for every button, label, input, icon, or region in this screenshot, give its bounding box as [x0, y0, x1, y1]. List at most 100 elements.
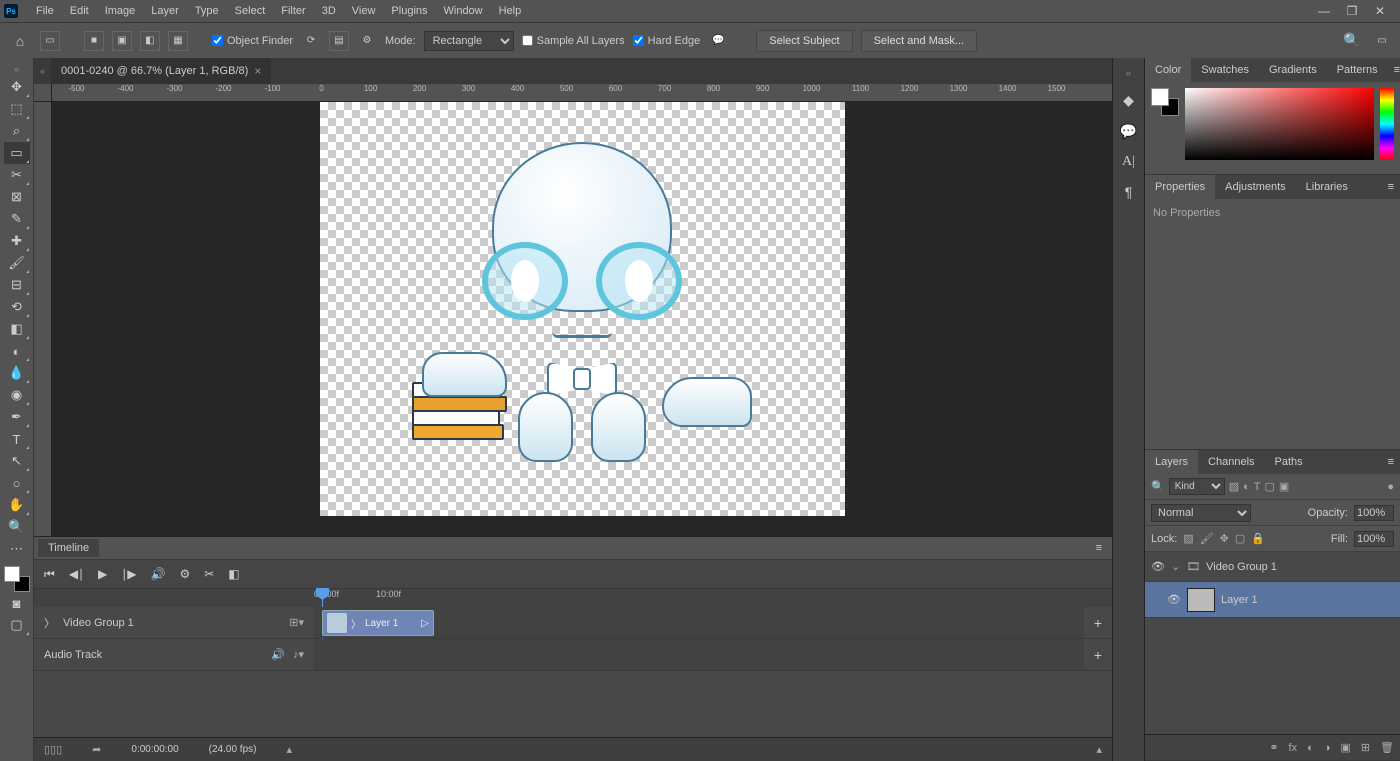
- first-frame-icon[interactable]: ⏮: [44, 567, 55, 582]
- transition-icon[interactable]: ◧: [228, 567, 239, 581]
- dodge-tool-icon[interactable]: ◉: [4, 384, 30, 406]
- opacity-input[interactable]: [1354, 505, 1394, 521]
- layer-thumbnail[interactable]: [1187, 588, 1215, 612]
- lasso-tool-icon[interactable]: ⌕: [4, 120, 30, 142]
- document-tab[interactable]: 0001-0240 @ 66.7% (Layer 1, RGB/8) ×: [51, 58, 271, 84]
- layer-mask-icon[interactable]: ◐: [1307, 742, 1314, 754]
- timeline-tab[interactable]: Timeline: [38, 539, 99, 557]
- chevron-right-icon[interactable]: 〉: [44, 615, 55, 631]
- minimize-button[interactable]: —: [1316, 3, 1332, 19]
- layers-panel-menu-icon[interactable]: ≡: [1382, 456, 1400, 468]
- libraries-tab[interactable]: Libraries: [1296, 175, 1358, 199]
- lock-position-icon[interactable]: ✥: [1220, 532, 1229, 545]
- layer-row[interactable]: 👁 Layer 1: [1145, 582, 1400, 618]
- subtract-selection-icon[interactable]: ◧: [140, 31, 160, 51]
- menu-layer[interactable]: Layer: [143, 0, 187, 22]
- add-media-icon[interactable]: +: [1084, 615, 1112, 631]
- filter-shape-icon[interactable]: ▢: [1265, 480, 1275, 493]
- hard-edge-checkbox[interactable]: Hard Edge: [633, 35, 701, 47]
- brush-tool-icon[interactable]: 🖌: [4, 252, 30, 274]
- close-button[interactable]: ✕: [1372, 3, 1388, 19]
- layer-style-icon[interactable]: fx: [1289, 742, 1298, 754]
- tool-preset-picker[interactable]: ▭: [40, 31, 60, 51]
- hand-tool-icon[interactable]: ✋: [4, 494, 30, 516]
- learn-icon[interactable]: ◆: [1123, 92, 1134, 109]
- eyedropper-tool-icon[interactable]: ✎: [4, 208, 30, 230]
- paths-tab[interactable]: Paths: [1265, 450, 1313, 474]
- path-select-tool-icon[interactable]: ↖: [4, 450, 30, 472]
- color-panel-menu-icon[interactable]: ≡: [1388, 64, 1400, 76]
- layer-name[interactable]: Layer 1: [1221, 594, 1258, 606]
- timeline-panel-menu-icon[interactable]: ≡: [1090, 542, 1108, 554]
- maximize-button[interactable]: ❐: [1344, 3, 1360, 19]
- audio-note-icon[interactable]: ♪▾: [293, 648, 304, 661]
- filter-type-icon[interactable]: T: [1254, 481, 1261, 493]
- filter-adjust-icon[interactable]: ◐: [1243, 481, 1250, 493]
- marquee-tool-icon[interactable]: ⬚: [4, 98, 30, 120]
- patterns-tab[interactable]: Patterns: [1327, 58, 1388, 82]
- lock-all-icon[interactable]: 🔒: [1251, 532, 1265, 545]
- play-icon[interactable]: ▶: [98, 567, 107, 581]
- chevron-down-icon[interactable]: ⌄: [1171, 560, 1180, 573]
- channels-tab[interactable]: Channels: [1198, 450, 1264, 474]
- screen-mode-icon[interactable]: ▢: [4, 614, 30, 636]
- menu-image[interactable]: Image: [97, 0, 144, 22]
- menu-file[interactable]: File: [28, 0, 62, 22]
- timeline-settings-icon[interactable]: ⚙: [179, 567, 190, 581]
- vertical-ruler[interactable]: [34, 102, 52, 536]
- menu-plugins[interactable]: Plugins: [383, 0, 435, 22]
- add-selection-icon[interactable]: ▣: [112, 31, 132, 51]
- object-finder-checkbox[interactable]: Object Finder: [212, 35, 293, 47]
- color-panel-swatches[interactable]: [1151, 88, 1179, 116]
- type-tool-icon[interactable]: T: [4, 428, 30, 450]
- add-audio-icon[interactable]: +: [1084, 647, 1112, 663]
- foreground-color-swatch[interactable]: [4, 566, 20, 582]
- history-brush-tool-icon[interactable]: ⟲: [4, 296, 30, 318]
- split-icon[interactable]: ✂: [204, 567, 214, 581]
- ruler-origin[interactable]: [34, 84, 52, 102]
- visibility-toggle-icon[interactable]: 👁: [1151, 560, 1165, 573]
- timeline-ruler[interactable]: 05:00f 10:00f: [34, 589, 1112, 607]
- audio-mute-icon[interactable]: 🔊: [271, 648, 285, 661]
- next-frame-icon[interactable]: ∣▶: [121, 567, 136, 581]
- lock-pixels-icon[interactable]: 🖌: [1200, 532, 1214, 545]
- quick-mask-icon[interactable]: ◙: [4, 592, 30, 614]
- menu-type[interactable]: Type: [187, 0, 227, 22]
- mode-select[interactable]: Rectangle: [424, 31, 514, 51]
- filter-pixel-icon[interactable]: ▧: [1229, 480, 1239, 493]
- delete-layer-icon[interactable]: 🗑: [1380, 741, 1394, 754]
- menu-3d[interactable]: 3D: [314, 0, 344, 22]
- filter-kind-select[interactable]: Kind: [1169, 478, 1225, 495]
- show-objects-icon[interactable]: ▤: [329, 31, 349, 51]
- adjustment-layer-icon[interactable]: ◑: [1324, 742, 1331, 754]
- menu-view[interactable]: View: [344, 0, 384, 22]
- canvas[interactable]: [320, 102, 845, 516]
- intersect-selection-icon[interactable]: ▦: [168, 31, 188, 51]
- menu-help[interactable]: Help: [491, 0, 530, 22]
- filter-toggle-icon[interactable]: ●: [1387, 481, 1394, 493]
- video-group-track[interactable]: 〉 Video Group 1 ⊞▾ 〉Layer 1 ▷ +: [34, 607, 1112, 639]
- audio-track[interactable]: Audio Track 🔊 ♪▾ +: [34, 639, 1112, 671]
- zoom-tool-icon[interactable]: 🔍: [4, 516, 30, 538]
- edit-toolbar-icon[interactable]: ⋯: [4, 538, 30, 560]
- workspace-icon[interactable]: ▭: [1372, 31, 1392, 51]
- refresh-icon[interactable]: ⟳: [301, 31, 321, 51]
- lock-artboard-icon[interactable]: ▢: [1235, 532, 1245, 545]
- fill-input[interactable]: [1354, 531, 1394, 547]
- menu-filter[interactable]: Filter: [273, 0, 313, 22]
- search-icon[interactable]: 🔍: [1342, 31, 1362, 51]
- move-tool-icon[interactable]: ✥: [4, 76, 30, 98]
- select-and-mask-button[interactable]: Select and Mask...: [861, 30, 978, 52]
- menu-window[interactable]: Window: [436, 0, 491, 22]
- lock-transparent-icon[interactable]: ▧: [1183, 532, 1193, 545]
- eraser-tool-icon[interactable]: ◧: [4, 318, 30, 340]
- pen-tool-icon[interactable]: ✒: [4, 406, 30, 428]
- menu-select[interactable]: Select: [227, 0, 274, 22]
- frame-tool-icon[interactable]: ⊠: [4, 186, 30, 208]
- menu-edit[interactable]: Edit: [62, 0, 97, 22]
- hue-slider[interactable]: [1380, 88, 1394, 160]
- layers-tab[interactable]: Layers: [1145, 450, 1198, 474]
- color-tab[interactable]: Color: [1145, 58, 1191, 82]
- mute-icon[interactable]: 🔊: [151, 567, 166, 581]
- gradients-tab[interactable]: Gradients: [1259, 58, 1327, 82]
